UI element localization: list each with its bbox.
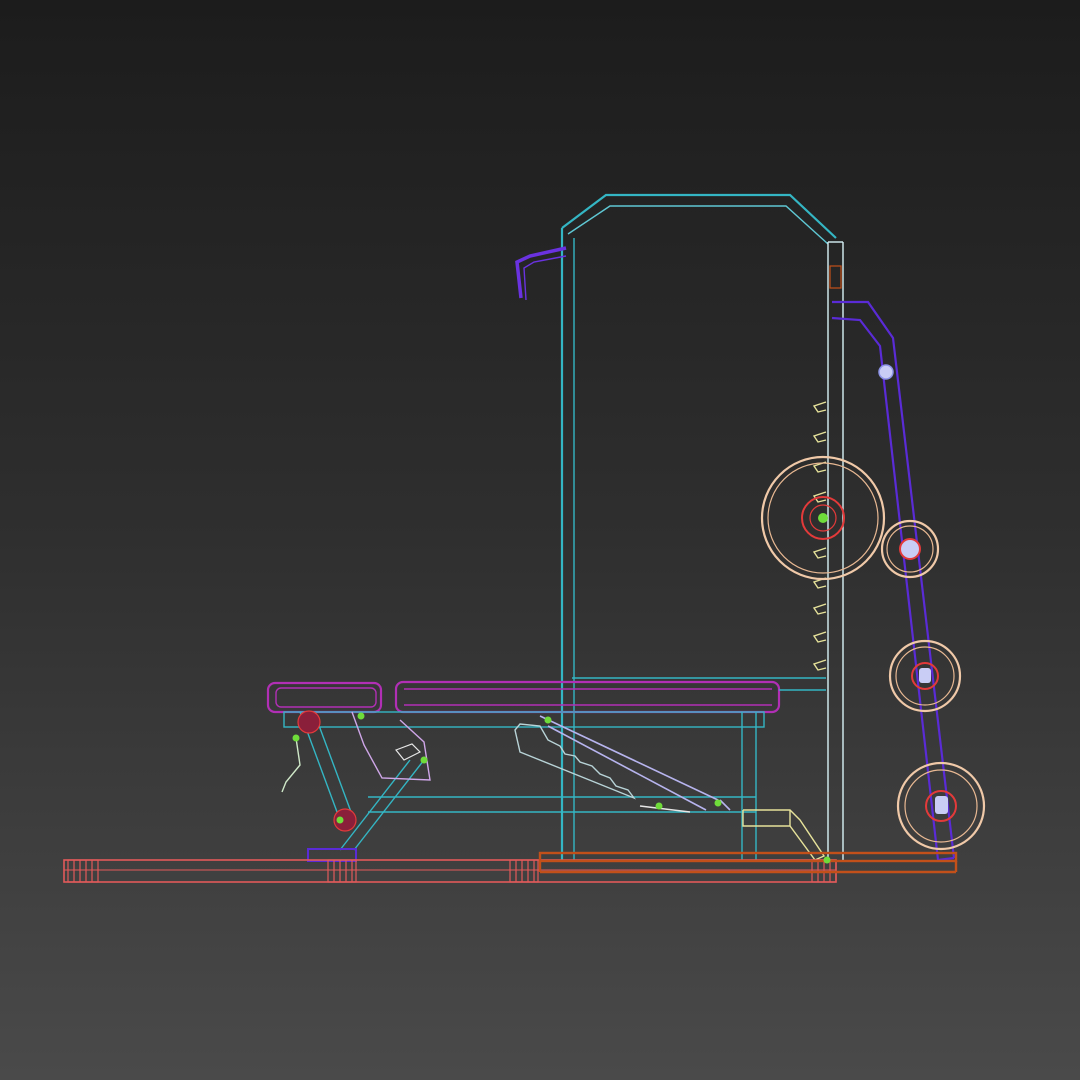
- bench-back-pad[interactable]: [394, 677, 826, 714]
- leg-release-lever: [281, 737, 301, 793]
- storage-arm-pin: [878, 364, 894, 380]
- j-hook-1: [812, 401, 827, 413]
- pin-4: [420, 756, 428, 764]
- rack-top-arch-inner: [567, 205, 829, 245]
- rack-frame[interactable]: [560, 193, 844, 862]
- incline-strut-foot: [639, 805, 691, 813]
- storage-arm-outer: [832, 300, 956, 859]
- 3d-viewport[interactable]: [0, 0, 1080, 1080]
- j-hook-8: [812, 631, 827, 643]
- pin-2: [292, 734, 300, 742]
- seat-adjust-knob: [395, 743, 422, 761]
- plate-storage-arm[interactable]: [831, 300, 956, 862]
- bench-seat-pad[interactable]: [266, 681, 383, 714]
- weight-plate-medium-1[interactable]: [880, 519, 940, 579]
- incline-strut-top: [539, 715, 719, 801]
- storage-arm-foot: [937, 856, 955, 862]
- j-hooks[interactable]: [812, 401, 827, 671]
- pin-8: [823, 856, 831, 864]
- pin-7: [714, 799, 722, 807]
- j-hook-7: [812, 603, 827, 615]
- plate-large-pin: [818, 513, 828, 523]
- bench-frame[interactable]: [283, 711, 765, 860]
- weight-plate-medium-2[interactable]: [888, 639, 962, 713]
- seat-pad-inner: [275, 687, 377, 708]
- bench-front-leg-2b: [353, 759, 425, 851]
- bench-front-leg-2: [339, 759, 411, 851]
- j-hook-9: [812, 659, 827, 671]
- wireframe-canvas: [63, 193, 986, 883]
- weight-plates[interactable]: [760, 455, 986, 851]
- plate-m2-sleeve: [919, 668, 931, 683]
- back-pad-outline: [394, 680, 781, 714]
- pin-3: [336, 816, 344, 824]
- floor-cap-left: [67, 859, 99, 883]
- front-pivot: [297, 710, 321, 734]
- plate-m1-hub: [899, 538, 921, 560]
- rack-top-arch: [561, 193, 837, 239]
- seat-adjust-bracket: [351, 711, 431, 781]
- weight-plate-medium-3[interactable]: [896, 761, 986, 851]
- pull-up-handle[interactable]: [515, 246, 567, 301]
- pin-1: [357, 712, 365, 720]
- pin-5: [544, 716, 552, 724]
- j-hook-2: [812, 431, 827, 443]
- rack-upright-marker: [829, 265, 842, 289]
- j-hook-5: [812, 547, 827, 559]
- pin-6: [655, 802, 663, 810]
- weight-plate-large[interactable]: [760, 455, 886, 581]
- incline-strut-end: [719, 799, 731, 811]
- bench-leg-rear[interactable]: [281, 710, 431, 862]
- pull-up-handle-grip: [523, 255, 567, 301]
- plate-m3-sleeve: [935, 796, 948, 814]
